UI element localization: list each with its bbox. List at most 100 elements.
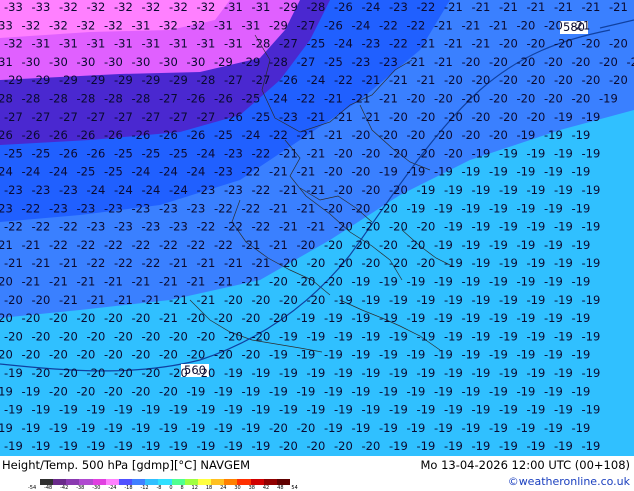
temperature-value: -26: [49, 128, 68, 142]
temperature-value: -20: [362, 220, 381, 234]
temperature-value: -20: [77, 384, 96, 398]
temperature-value: -19: [517, 128, 536, 142]
temperature-value: -20: [169, 366, 188, 380]
temperature-value: -24: [352, 18, 371, 32]
temperature-value: -19: [279, 329, 298, 343]
temperature-value: -23: [132, 201, 151, 215]
temperature-value: -20: [334, 256, 353, 270]
temperature-value: -32: [159, 18, 178, 32]
temperature-value: -20: [49, 384, 68, 398]
temperature-value: -29: [114, 73, 133, 87]
temperature-value: -21: [252, 256, 271, 270]
temperature-value: -19: [527, 403, 546, 417]
weather-map: 580 560 -33-33-32-32-32-32-32-32-31-31-2…: [0, 0, 634, 456]
temperature-value: -20: [197, 366, 216, 380]
temperature-value: -19: [59, 403, 78, 417]
temperature-value: -21: [407, 55, 426, 69]
temperature-value: -20: [159, 348, 178, 362]
temperature-value: -20: [462, 55, 481, 69]
temperature-value: -19: [87, 403, 106, 417]
temperature-value: -19: [599, 92, 618, 106]
temperature-value: -21: [297, 201, 316, 215]
map-title: Height/Temp. 500 hPa [gdmp][°C] NAVGEM: [2, 458, 250, 472]
temperature-value: -32: [49, 18, 68, 32]
temperature-value: -33: [4, 0, 23, 14]
temperature-value: -19: [32, 403, 51, 417]
temperature-value: -19: [489, 421, 508, 435]
temperature-value: -19: [114, 403, 133, 417]
temperature-value: -20: [362, 146, 381, 160]
temperature-value: -19: [307, 329, 326, 343]
temperature-value: -32: [197, 0, 216, 14]
temperature-value: -19: [444, 439, 463, 453]
temperature-value: -20: [104, 311, 123, 325]
temperature-value: -20: [434, 92, 453, 106]
temperature-value: -21: [187, 275, 206, 289]
temperature-value: -26: [87, 146, 106, 160]
temperature-value: -27: [59, 110, 78, 124]
temperature-value: -25: [242, 92, 261, 106]
temperature-value: -21: [32, 256, 51, 270]
temperature-value: -20: [297, 421, 316, 435]
temperature-value: -20: [599, 55, 618, 69]
scale-label: 42: [263, 485, 269, 491]
temperature-value: -21: [434, 18, 453, 32]
temperature-value: -19: [32, 439, 51, 453]
temperature-value: -19: [582, 146, 601, 160]
temperature-value: -21: [307, 183, 326, 197]
temperature-value: -19: [142, 403, 161, 417]
temperature-value: -23: [0, 201, 13, 215]
temperature-value: -20: [462, 128, 481, 142]
temperature-value: -28: [104, 92, 123, 106]
temperature-value: -20: [379, 201, 398, 215]
temperature-value: -19: [269, 384, 288, 398]
temperature-value: -30: [49, 55, 68, 69]
temperature-value: -19: [582, 366, 601, 380]
temperature-value: -19: [389, 293, 408, 307]
temperature-value: -20: [489, 128, 508, 142]
temperature-value: -22: [417, 0, 436, 14]
temperature-value: -26: [132, 128, 151, 142]
temperature-value: -23: [224, 146, 243, 160]
temperature-value: -21: [197, 293, 216, 307]
temperature-value: -19: [242, 384, 261, 398]
temperature-value: -20: [582, 37, 601, 51]
temperature-value: -20: [114, 329, 133, 343]
temperature-value: -19: [462, 201, 481, 215]
temperature-value: -19: [544, 201, 563, 215]
temperature-value: -25: [307, 37, 326, 51]
temperature-value: -21: [169, 256, 188, 270]
temperature-value: -20: [142, 366, 161, 380]
temperature-value: -20: [269, 311, 288, 325]
temperature-value: -20: [252, 293, 271, 307]
temperature-value: -25: [169, 146, 188, 160]
temperature-value: -19: [4, 366, 23, 380]
temperature-value: -26: [324, 18, 343, 32]
credit-link[interactable]: ©weatheronline.co.uk: [508, 475, 630, 488]
temperature-value: -29: [169, 73, 188, 87]
temperature-value: -20: [352, 165, 371, 179]
temperature-value: -21: [417, 73, 436, 87]
temperature-value: -24: [197, 146, 216, 160]
temperature-value: -20: [307, 439, 326, 453]
temperature-value: -19: [444, 293, 463, 307]
scale-label: 0: [169, 485, 172, 491]
temperature-value: -28: [22, 92, 41, 106]
temperature-value: -21: [362, 73, 381, 87]
temperature-value: -25: [324, 55, 343, 69]
temperature-value: -24: [87, 183, 106, 197]
temperature-value: -21: [499, 0, 518, 14]
temperature-value: -20: [49, 348, 68, 362]
temperature-value: -23: [197, 183, 216, 197]
temperature-value: -23: [4, 183, 23, 197]
temperature-value: -24: [0, 165, 13, 179]
temperature-value: -19: [87, 439, 106, 453]
temperature-value: -21: [527, 0, 546, 14]
temperature-value: -30: [187, 55, 206, 69]
temperature-value: -19: [362, 293, 381, 307]
temperature-value: -19: [114, 439, 133, 453]
temperature-value: -22: [87, 256, 106, 270]
temperature-value: -19: [582, 220, 601, 234]
temperature-value: -21: [114, 293, 133, 307]
temperature-value: -19: [352, 421, 371, 435]
